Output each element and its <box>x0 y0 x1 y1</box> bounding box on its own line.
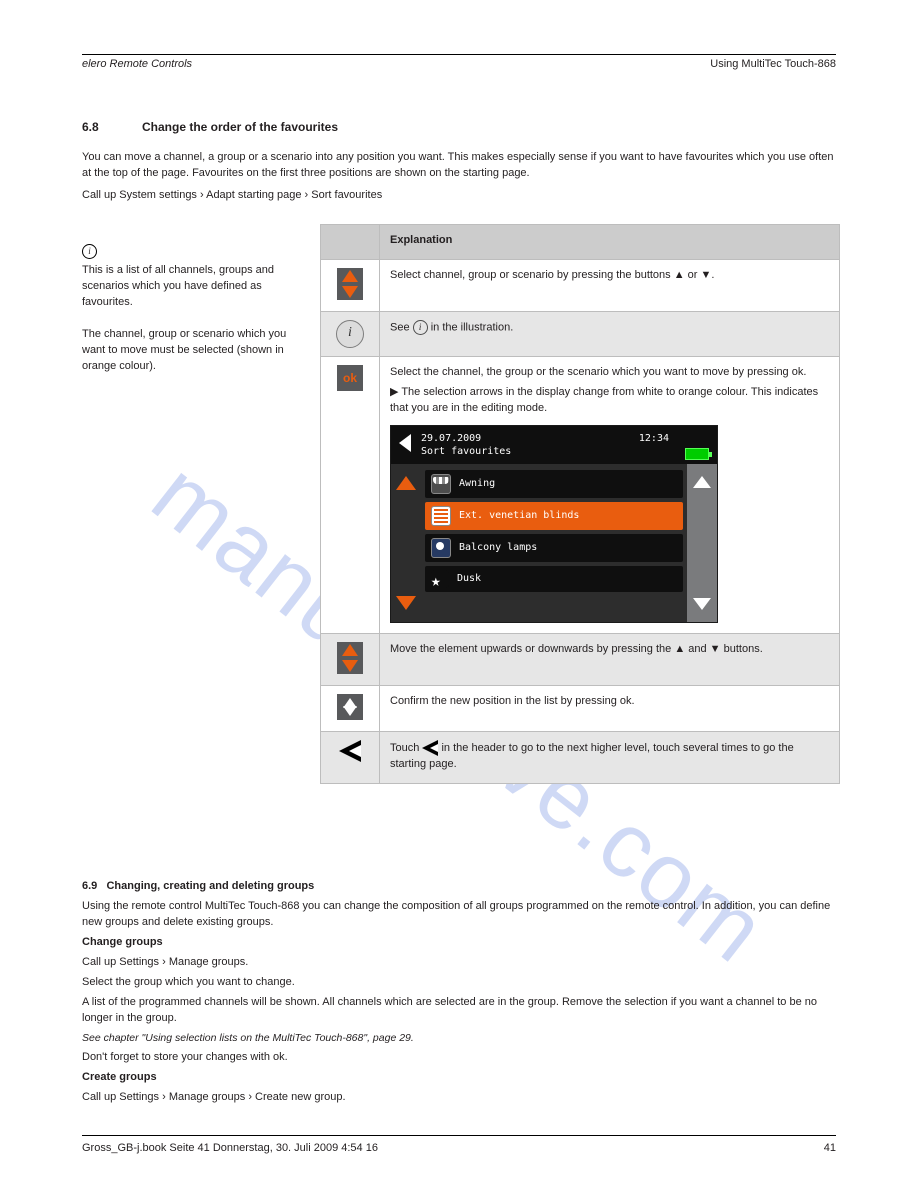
sec69-h2: Change groups <box>82 935 842 951</box>
scroll-down-icon[interactable] <box>693 598 711 610</box>
sec69-ref: See chapter "Using selection lists on th… <box>82 1031 842 1046</box>
sec69-p1: Using the remote control MultiTec Touch-… <box>82 899 842 931</box>
sec69-p2c: A list of the programmed channels will b… <box>82 995 842 1027</box>
scroll-up-icon[interactable] <box>693 476 711 488</box>
star-icon <box>431 570 449 588</box>
intro-p1: You can move a channel, a group or a sce… <box>82 150 842 182</box>
footer-right: 41 <box>824 1142 836 1154</box>
device-screen: 29.07.2009 Sort favourites 12:34 <box>390 425 718 623</box>
note-p2: The channel, group or scenario which you… <box>82 328 286 372</box>
row3-p2: ▶ The selection arrows in the display ch… <box>390 385 829 417</box>
screen-nav-right <box>687 464 717 622</box>
header-right: Using MultiTec Touch-868 <box>710 58 836 70</box>
sec69-number: 6.9 <box>82 880 97 892</box>
list-item[interactable]: Ext. venetian blinds <box>425 502 683 530</box>
row2-text: See i in the illustration. <box>380 311 840 356</box>
screen-nav-left <box>391 464 421 622</box>
table-row: Touch in the header to go to the next hi… <box>321 731 840 783</box>
back-icon <box>422 740 438 756</box>
table-row: Confirm the new position in the list by … <box>321 685 840 731</box>
sec69-p2a: Call up Settings › Manage groups. <box>82 955 842 971</box>
table-row: ok Select the channel, the group or the … <box>321 356 840 633</box>
table-row: Move the element upwards or downwards by… <box>321 633 840 685</box>
blinds-icon <box>431 506 451 526</box>
screen-title: Sort favourites <box>421 445 709 458</box>
back-icon <box>339 740 361 762</box>
table-row: Select channel, group or scenario by pre… <box>321 259 840 311</box>
up-down-orange-icon <box>337 268 363 300</box>
th-explanation: Explanation <box>380 225 840 260</box>
up-down-white-icon <box>337 694 363 720</box>
awning-icon <box>431 474 451 494</box>
note-p1: This is a list of all channels, groups a… <box>82 264 274 308</box>
back-arrow-icon[interactable] <box>399 434 411 452</box>
ok-button-icon: ok <box>337 365 363 391</box>
list-item[interactable]: Dusk <box>425 566 683 592</box>
table-row: i See i in the illustration. <box>321 311 840 356</box>
screen-time: 12:34 <box>639 432 669 447</box>
battery-icon <box>685 448 709 460</box>
up-down-orange-icon <box>337 642 363 674</box>
list-item[interactable]: Awning <box>425 470 683 498</box>
footer-left: Gross_GB-j.book Seite 41 Donnerstag, 30.… <box>82 1142 378 1154</box>
sec69-p2b: Select the group which you want to chang… <box>82 975 842 991</box>
list-item-label: Ext. venetian blinds <box>459 509 579 524</box>
sec69-p4: Call up Settings › Manage groups › Creat… <box>82 1090 842 1106</box>
intro-p2: Call up System settings › Adapt starting… <box>82 188 842 204</box>
section-title: Change the order of the favourites <box>142 120 338 134</box>
info-circle-icon: i <box>336 320 364 348</box>
info-note: i This is a list of all channels, groups… <box>82 244 302 375</box>
list-item-label: Awning <box>459 477 495 492</box>
section-number: 6.8 <box>82 120 99 134</box>
info-icon: i <box>82 244 97 259</box>
row6-text: Touch in the header to go to the next hi… <box>380 731 840 783</box>
row4-text: Move the element upwards or downwards by… <box>380 633 840 685</box>
list-item-label: Balcony lamps <box>459 541 537 556</box>
info-circle-icon: i <box>413 320 428 335</box>
move-down-icon[interactable] <box>396 596 416 610</box>
intro-block: You can move a channel, a group or a sce… <box>82 150 842 210</box>
row5-text: Confirm the new position in the list by … <box>380 685 840 731</box>
section-6-9: 6.9 Changing, creating and deleting grou… <box>82 875 842 1110</box>
header-rule <box>82 54 836 55</box>
screen-header: 29.07.2009 Sort favourites 12:34 <box>391 426 717 464</box>
footer-rule <box>82 1135 836 1136</box>
sec69-h3: Create groups <box>82 1070 842 1086</box>
row1-text: Select channel, group or scenario by pre… <box>380 259 840 311</box>
header-left: elero Remote Controls <box>82 58 192 70</box>
instruction-table: Explanation Select channel, group or sce… <box>320 224 840 784</box>
th-icon <box>321 225 380 260</box>
screen-list: Awning Ext. venetian blinds Balcony lamp… <box>421 464 687 622</box>
sec69-p3: Don't forget to store your changes with … <box>82 1050 842 1066</box>
row3-p1: Select the channel, the group or the sce… <box>390 365 829 381</box>
lamp-icon <box>431 538 451 558</box>
list-item-label: Dusk <box>457 572 481 587</box>
list-item[interactable]: Balcony lamps <box>425 534 683 562</box>
move-up-icon[interactable] <box>396 476 416 490</box>
sec69-title: Changing, creating and deleting groups <box>106 880 314 892</box>
